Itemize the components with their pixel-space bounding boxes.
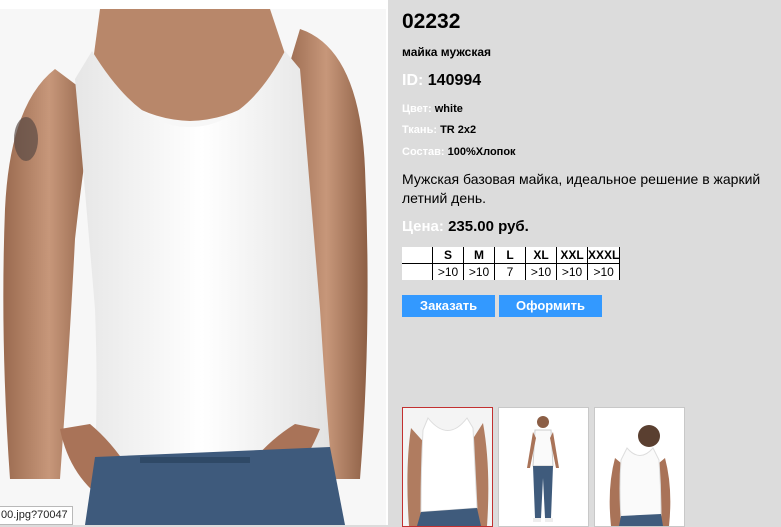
- attr-fabric-label: Ткань:: [402, 124, 437, 136]
- size-header-cell: XXL: [556, 247, 588, 264]
- product-subtitle: майка мужская: [402, 45, 492, 59]
- attr-fabric-value: TR 2x2: [440, 124, 477, 136]
- attr-composition: Состав: 100%Хлопок: [402, 146, 516, 158]
- thumbnail-2-image: [499, 408, 588, 526]
- thumbnail-1-image: [403, 408, 492, 526]
- size-value-row: >10 >10 7 >10 >10 >10: [402, 263, 621, 280]
- price-label: Цена:: [402, 218, 444, 235]
- attr-composition-label: Состав:: [402, 146, 445, 158]
- size-value-cell: 7: [494, 263, 526, 280]
- attr-color-label: Цвет:: [402, 103, 432, 115]
- size-header-cell: M: [463, 247, 495, 264]
- size-header-cell: XXXL: [586, 247, 621, 264]
- size-header-cell: S: [432, 247, 464, 264]
- thumbnail-3-image: [595, 408, 684, 526]
- main-product-photo[interactable]: [0, 9, 386, 525]
- size-value-empty: [402, 263, 433, 280]
- id-label: ID:: [402, 72, 424, 89]
- size-value-cell: >10: [556, 263, 588, 280]
- checkout-button[interactable]: Оформить: [499, 295, 602, 317]
- size-value-cell: >10: [463, 263, 495, 280]
- thumbnail-3[interactable]: [594, 407, 685, 527]
- size-header-cell: L: [494, 247, 526, 264]
- thumbnail-1[interactable]: [402, 407, 493, 527]
- size-value-cell: >10: [525, 263, 557, 280]
- size-header-cell: XL: [525, 247, 557, 264]
- size-value-cell: >10: [586, 263, 621, 280]
- status-bar-url: 00.jpg?70047: [0, 506, 73, 525]
- price-value: 235.00 руб.: [448, 218, 529, 235]
- size-header-row: S M L XL XXL XXXL: [402, 247, 621, 264]
- product-info-panel: 02232 майка мужская ID: 140994 Цвет: whi…: [388, 0, 781, 527]
- product-price: Цена: 235.00 руб.: [402, 218, 529, 235]
- attr-composition-value: 100%Хлопок: [447, 146, 516, 158]
- attr-color-value: white: [434, 103, 463, 115]
- size-value-cell: >10: [432, 263, 464, 280]
- product-id: ID: 140994: [402, 72, 481, 90]
- product-sku: 02232: [402, 10, 461, 33]
- attr-color: Цвет: white: [402, 103, 463, 115]
- product-photo-illustration: [0, 9, 386, 525]
- thumbnail-2[interactable]: [498, 407, 589, 527]
- product-description: Мужская базовая майка, идеальное решение…: [402, 171, 761, 206]
- id-value: 140994: [427, 72, 482, 89]
- attr-fabric: Ткань: TR 2x2: [402, 124, 476, 136]
- order-button[interactable]: Заказать: [402, 295, 495, 317]
- size-table: S M L XL XXL XXXL >10 >10 7 >10 >10 >10: [402, 247, 621, 280]
- size-header-empty: [402, 247, 433, 264]
